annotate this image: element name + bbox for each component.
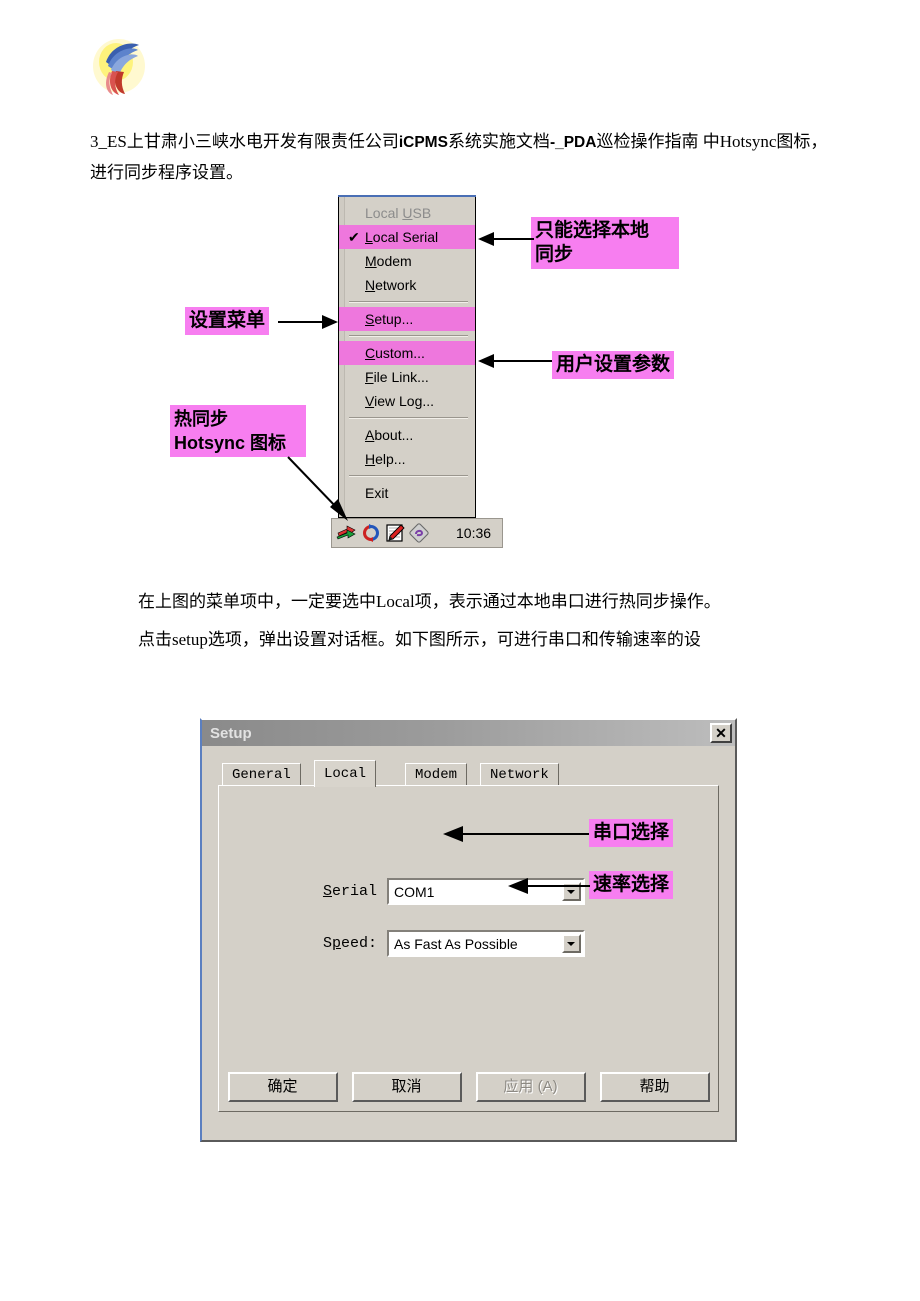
menu-separator-3 <box>349 417 468 419</box>
menu-item-about[interactable]: About... <box>339 423 475 447</box>
diamond-purple-icon[interactable] <box>408 522 430 544</box>
tab-modem[interactable]: Modem <box>405 763 468 786</box>
menu-mnemonic-v: V <box>365 393 375 409</box>
speed-field-row: Speed: As Fast As Possible <box>295 930 585 957</box>
menu-item-custom[interactable]: Custom... <box>339 341 475 365</box>
cancel-button[interactable]: 取消 <box>351 1072 462 1102</box>
annotation-custom-params: 用户设置参数 <box>552 351 675 379</box>
arrow-local-serial <box>478 232 534 246</box>
speed-value: As Fast As Possible <box>394 935 518 952</box>
hotsync-sync-icon[interactable] <box>360 522 382 544</box>
close-icon[interactable]: ✕ <box>710 723 732 743</box>
middle-paragraph-line-1: 在上图的菜单项中，一定要选中Local项，表示通过本地串口进行热同步操作。 <box>138 592 721 611</box>
menu-mnemonic-n: N <box>365 277 376 293</box>
intro-text-d: -_PDA <box>549 134 597 151</box>
menu-item-view-log[interactable]: View Log... <box>339 389 475 413</box>
menu-mnemonic-m: M <box>365 253 377 269</box>
annotation-serial-port: 串口选择 <box>589 819 674 847</box>
speed-label: Speed: <box>322 935 377 952</box>
apply-button: 应用 (A) <box>475 1072 586 1102</box>
tab-local[interactable]: Local <box>314 760 377 787</box>
intro-text-a: 3_ES上甘肃小三峡水电开发有限责任公司 <box>90 132 399 151</box>
tab-general[interactable]: General <box>222 763 301 786</box>
speed-combobox[interactable]: As Fast As Possible <box>387 930 585 957</box>
ok-button[interactable]: 确定 <box>227 1072 338 1102</box>
menu-mnemonic-a: A <box>365 427 375 443</box>
arrow-serial-port <box>443 826 589 842</box>
dialog-button-bar: 确定 取消 应用 (A) 帮助 <box>202 1072 735 1102</box>
annotation-local-serial: 只能选择本地 同步 <box>531 217 679 269</box>
arrow-custom-params <box>478 354 552 368</box>
serial-label: Serial <box>322 883 377 900</box>
tab-network[interactable]: Network <box>480 763 559 786</box>
menu-mnemonic-f: F <box>365 369 374 385</box>
menu-item-modem[interactable]: Modem <box>339 249 475 273</box>
intro-paragraph: 3_ES上甘肃小三峡水电开发有限责任公司iCPMS系统实施文档-_PDA巡检操作… <box>90 127 830 188</box>
middle-paragraph-line-2: 点击setup选项，弹出设置对话框。如下图所示，可进行串口和传输速率的设 <box>138 630 701 649</box>
notepad-pencil-icon[interactable] <box>384 522 406 544</box>
intro-text-b: iCPMS <box>398 134 448 151</box>
annotation-setup-menu: 设置菜单 <box>185 307 270 335</box>
menu-item-local-usb[interactable]: Local USB <box>339 201 475 225</box>
menu-item-setup[interactable]: Setup... <box>339 307 475 331</box>
menu-separator-4 <box>349 475 468 477</box>
annotation-hotsync-icon: 热同步 Hotsync 图标 <box>170 405 306 457</box>
help-button[interactable]: 帮助 <box>599 1072 710 1102</box>
menu-mnemonic-l: L <box>365 229 373 245</box>
menu-mnemonic-h: H <box>365 451 376 467</box>
intro-text-c: 系统实施文档 <box>447 132 550 151</box>
menu-item-local-serial[interactable]: ✔ Local Serial <box>339 225 475 249</box>
chevron-down-icon[interactable] <box>562 934 581 953</box>
menu-mnemonic-s: S <box>365 311 375 327</box>
menu-mnemonic-c: C <box>365 345 376 361</box>
arrow-setup-menu <box>278 315 338 329</box>
middle-paragraph: 在上图的菜单项中，一定要选中Local项，表示通过本地串口进行热同步操作。 点击… <box>138 583 838 659</box>
setup-dialog: Setup ✕ General Local Modem Network Seri… <box>200 718 737 1142</box>
menu-mnemonic-u: U <box>402 205 413 221</box>
tray-clock: 10:36 <box>456 525 492 541</box>
menu-item-help[interactable]: Help... <box>339 447 475 471</box>
tabstrip: General Local Modem Network <box>222 760 719 787</box>
annotation-speed-select: 速率选择 <box>589 871 674 899</box>
menu-separator-2 <box>349 335 468 337</box>
hotsync-context-menu: Local USB ✔ Local Serial Modem Network S… <box>338 195 476 518</box>
menu-separator-1 <box>349 301 468 303</box>
dialog-body: General Local Modem Network Serial COM1 … <box>202 746 735 1112</box>
arrow-speed-select <box>508 878 590 894</box>
dialog-titlebar[interactable]: Setup ✕ <box>202 720 735 746</box>
menu-item-exit[interactable]: Exit <box>339 481 475 505</box>
arrow-hotsync-icon <box>287 456 348 521</box>
dialog-title: Setup <box>210 724 252 742</box>
menu-item-file-link[interactable]: File Link... <box>339 365 475 389</box>
menu-item-network[interactable]: Network <box>339 273 475 297</box>
check-icon: ✔ <box>348 229 360 245</box>
company-logo <box>92 38 146 96</box>
